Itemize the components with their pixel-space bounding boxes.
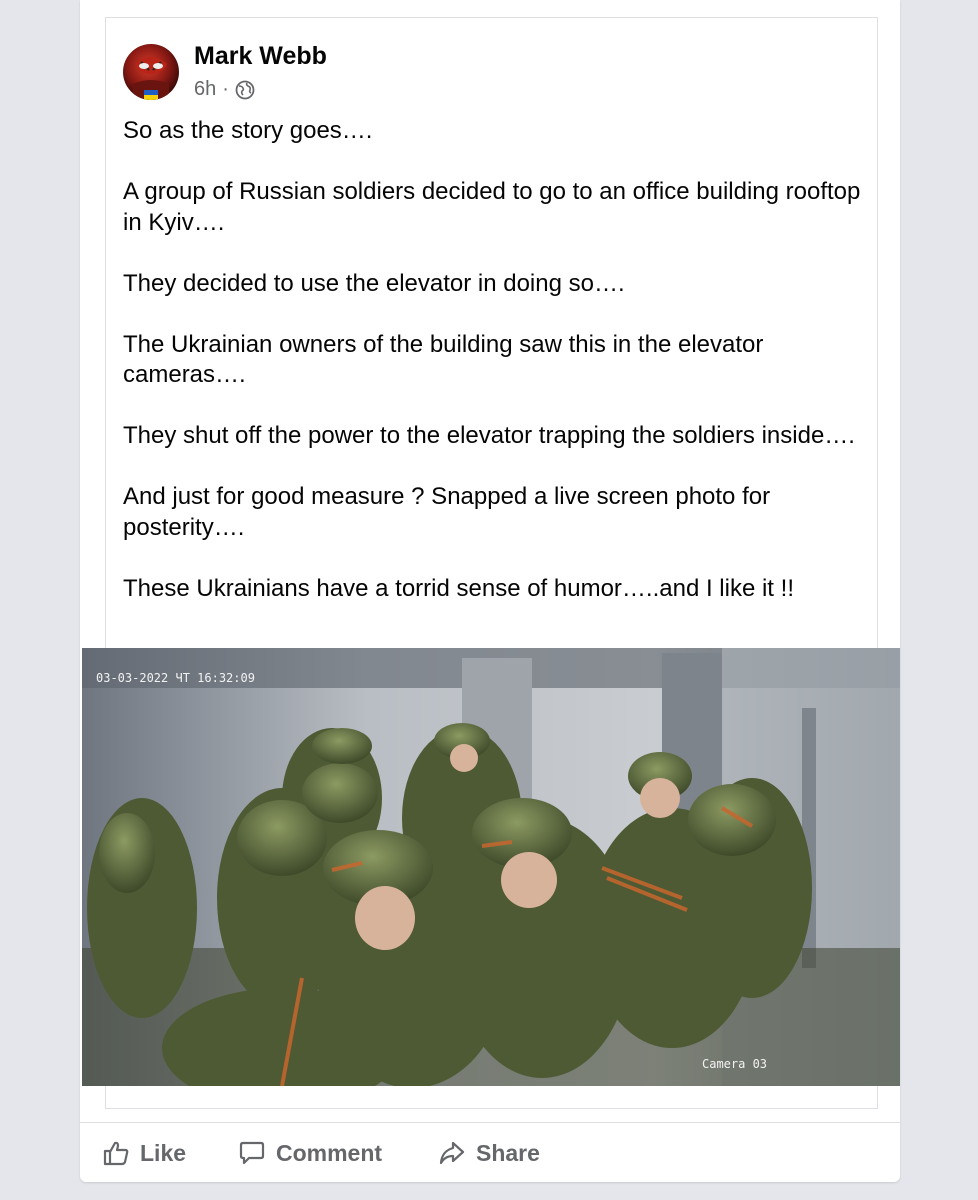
comment-label: Comment (276, 1139, 383, 1166)
post-body: So as the story goes…. A group of Russia… (123, 116, 863, 635)
comment-icon (239, 1141, 265, 1165)
post-photo[interactable]: 03-03-2022 ЧТ 16:32:09 Camera 03 (82, 648, 900, 1086)
post-paragraph: So as the story goes…. (123, 117, 373, 144)
post-meta: 6h · (194, 78, 255, 101)
elevator-camera-image: 03-03-2022 ЧТ 16:32:09 Camera 03 (82, 648, 900, 1086)
post-time[interactable]: 6h (194, 78, 216, 101)
avatar[interactable] (123, 44, 179, 100)
author-name[interactable]: Mark Webb (194, 42, 327, 71)
post-paragraph: These Ukrainians have a torrid sense of … (123, 574, 794, 602)
post-paragraph: And just for good measure ? Snapped a li… (123, 483, 771, 541)
post-paragraph: A group of Russian soldiers decided to g… (123, 178, 861, 236)
globe-icon[interactable] (235, 80, 255, 100)
post-paragraph: They decided to use the elevator in doin… (123, 269, 625, 297)
post-paragraph: The Ukrainian owners of the building saw… (123, 330, 764, 389)
post-paragraph: They shut off the power to the elevator … (123, 422, 855, 449)
share-button[interactable]: Share (438, 1139, 540, 1167)
meta-separator: · (222, 78, 229, 100)
like-label: Like (140, 1139, 187, 1166)
camera-label: Camera 03 (702, 1057, 767, 1071)
camera-timestamp: 03-03-2022 ЧТ 16:32:09 (96, 671, 255, 685)
like-button[interactable]: Like (102, 1139, 186, 1167)
post-header: Mark Webb 6h · (123, 42, 823, 102)
share-icon (439, 1141, 465, 1165)
comment-button[interactable]: Comment (238, 1139, 382, 1167)
post-actions: Like Comment Share (80, 1122, 900, 1183)
thumbs-up-icon (103, 1141, 129, 1166)
share-label: Share (476, 1139, 540, 1166)
